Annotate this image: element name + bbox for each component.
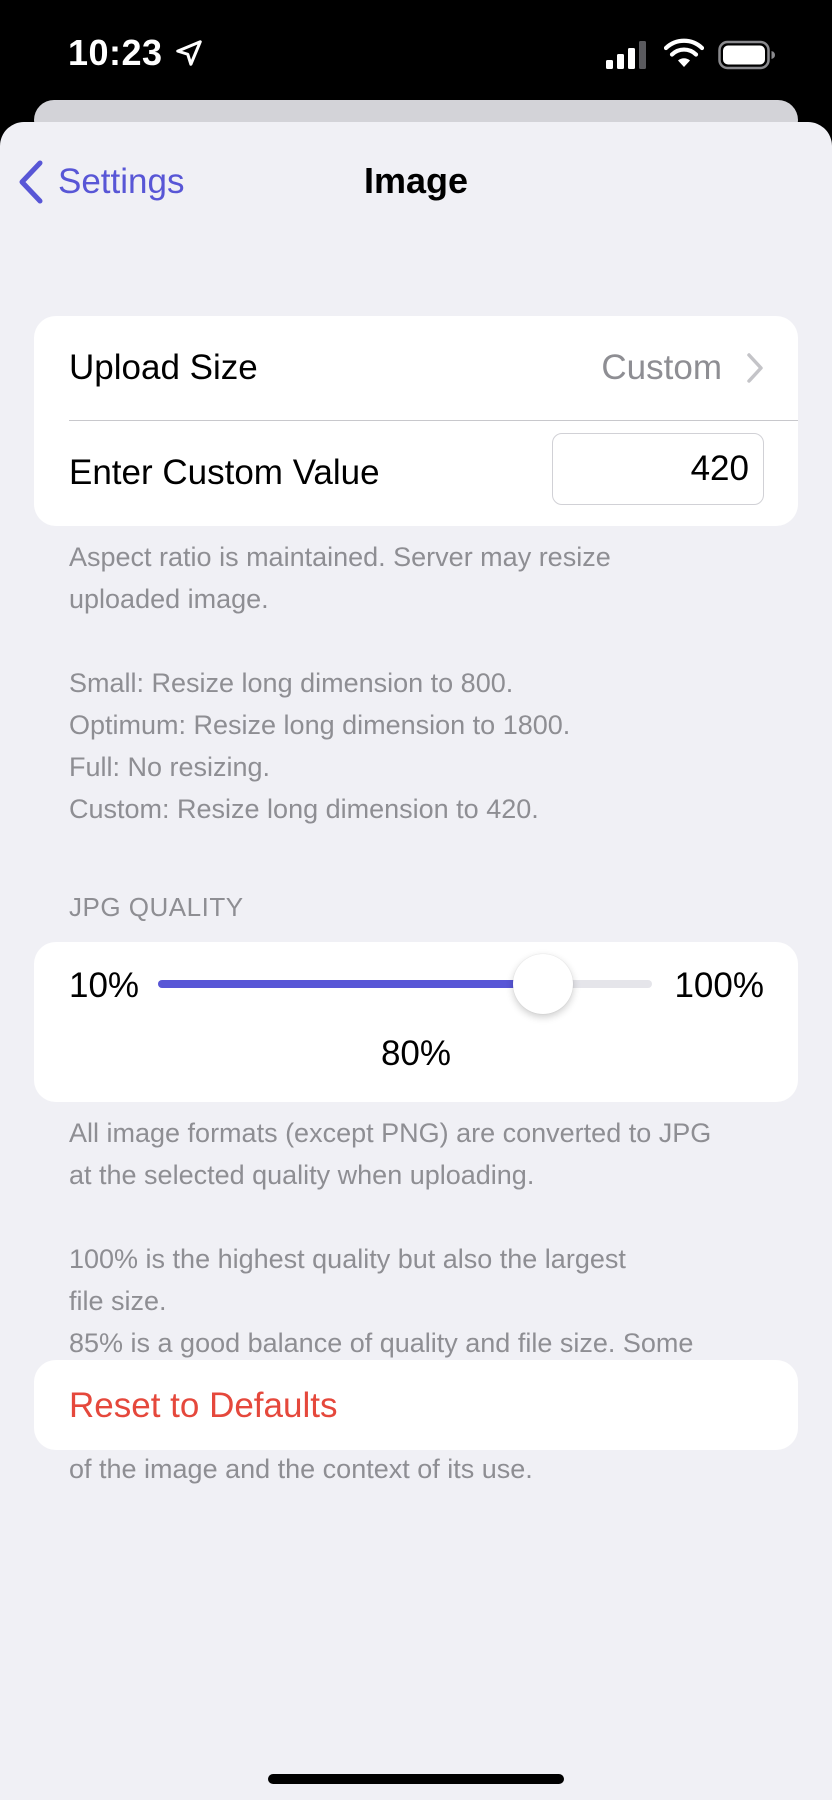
- custom-value-label: Enter Custom Value: [69, 453, 380, 492]
- jpg-quality-header: JPG QUALITY: [69, 892, 244, 922]
- custom-value-row: Enter Custom Value: [34, 421, 798, 525]
- slider-max-label: 100%: [674, 966, 764, 1005]
- jpg-quality-slider[interactable]: [158, 954, 652, 1014]
- slider-thumb[interactable]: [513, 954, 574, 1014]
- location-arrow-icon: [176, 40, 202, 66]
- upload-size-value: Custom: [601, 348, 722, 387]
- upload-size-footnote: Aspect ratio is maintained. Server may r…: [69, 542, 611, 824]
- chevron-right-icon: [747, 353, 763, 383]
- reset-defaults-label: Reset to Defaults: [69, 1386, 338, 1425]
- settings-sheet: Settings Image Upload Size Custom Enter …: [0, 122, 832, 1800]
- status-time: 10:23: [68, 32, 163, 73]
- jpg-quality-card: 10% 100% 80%: [34, 942, 798, 1102]
- upload-size-label: Upload Size: [69, 348, 258, 387]
- upload-size-row[interactable]: Upload Size Custom: [34, 316, 798, 420]
- page-title: Image: [363, 160, 469, 201]
- slider-fill: [158, 980, 544, 988]
- home-indicator: [268, 1774, 564, 1784]
- custom-value-input[interactable]: [552, 433, 764, 505]
- upload-settings-card: Upload Size Custom Enter Custom Value: [34, 316, 798, 526]
- cellular-signal-icon: [606, 41, 646, 69]
- status-bar: 10:23: [0, 0, 832, 110]
- slider-min-label: 10%: [69, 966, 140, 1005]
- wifi-icon: [664, 38, 704, 67]
- battery-icon: [718, 40, 775, 70]
- navigation-bar: Settings Image: [0, 122, 832, 242]
- slider-value-label: 80%: [380, 1034, 452, 1073]
- reset-defaults-button[interactable]: Reset to Defaults: [34, 1360, 798, 1450]
